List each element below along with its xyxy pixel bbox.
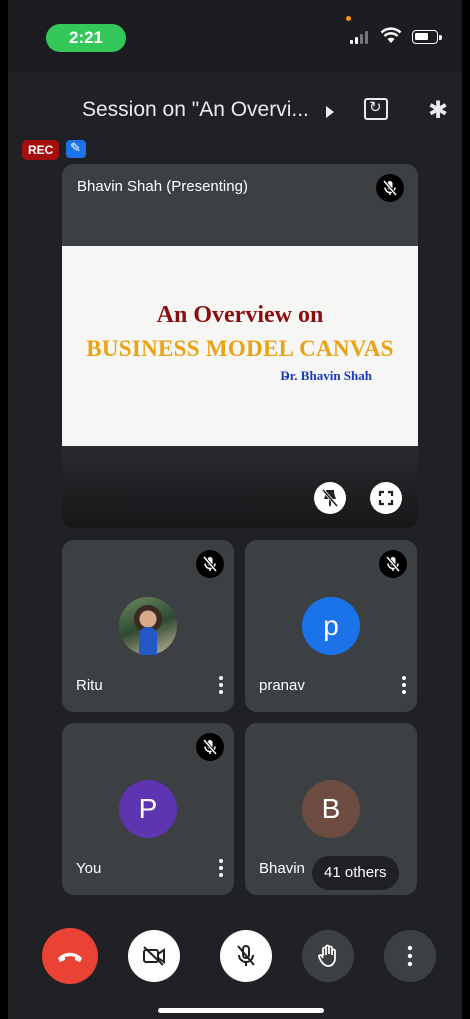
more-options-button[interactable]	[384, 930, 436, 982]
unpin-button[interactable]	[314, 482, 346, 514]
mic-in-use-indicator	[346, 16, 351, 21]
battery-icon	[412, 30, 442, 44]
shared-slide: An Overview on BUSINESS MODEL CANVAS - D…	[62, 246, 418, 446]
more-vert-icon	[407, 945, 413, 967]
slide-subtitle: BUSINESS MODEL CANVAS	[86, 336, 394, 361]
participant-name: You	[76, 860, 102, 877]
device-frame: 2:21 Session on "An Overvi... ✱ REC Bhav…	[0, 0, 470, 1019]
hang-up-icon	[58, 952, 82, 962]
recording-badge: REC	[22, 140, 60, 160]
participant-more-icon[interactable]	[218, 674, 224, 696]
fullscreen-button[interactable]	[370, 482, 402, 514]
cellular-signal-icon	[350, 30, 374, 44]
participant-tile-pranav[interactable]: p pranav	[245, 540, 417, 712]
status-time[interactable]: 2:21	[46, 24, 126, 52]
participant-name: pranav	[259, 677, 305, 694]
switch-camera-icon[interactable]	[364, 98, 388, 120]
muted-mic-icon	[376, 174, 404, 202]
meeting-header: Session on "An Overvi... ✱	[8, 90, 462, 134]
end-call-button[interactable]	[42, 928, 98, 984]
camera-off-icon	[143, 946, 165, 966]
participant-avatar: P	[119, 780, 177, 838]
slide-author: Dr. Bhavin Shah	[280, 368, 372, 383]
fullscreen-icon	[378, 490, 394, 506]
muted-mic-icon	[379, 550, 407, 578]
bluetooth-audio-icon[interactable]: ✱	[428, 96, 448, 125]
wifi-icon	[380, 27, 402, 43]
participant-avatar: B	[302, 780, 360, 838]
microphone-toggle-button[interactable]	[220, 930, 272, 982]
presentation-tile[interactable]: Bhavin Shah (Presenting) An Overview on …	[62, 164, 418, 528]
hand-icon	[318, 944, 336, 967]
camera-toggle-button[interactable]	[128, 930, 180, 982]
participant-more-icon[interactable]	[401, 674, 407, 696]
muted-mic-icon	[196, 550, 224, 578]
raise-hand-button[interactable]	[302, 930, 354, 982]
participant-photo-avatar	[119, 597, 177, 655]
presenter-label: Bhavin Shah (Presenting)	[77, 178, 248, 195]
unpin-icon	[321, 489, 339, 507]
expand-title-icon[interactable]	[326, 106, 334, 118]
participant-name: Bhavin	[259, 860, 305, 877]
participant-name: Ritu	[76, 677, 103, 694]
others-count-pill[interactable]: 41 others	[312, 856, 399, 890]
muted-mic-icon	[196, 733, 224, 761]
tile-footer	[62, 444, 418, 528]
whiteboard-icon	[66, 140, 86, 158]
slide-title: An Overview on	[156, 302, 324, 328]
participant-tile-ritu[interactable]: Ritu	[62, 540, 234, 712]
session-title[interactable]: Session on "An Overvi...	[82, 98, 309, 122]
home-indicator[interactable]	[158, 1008, 324, 1013]
participant-more-icon[interactable]	[218, 857, 224, 879]
meet-screen: 2:21 Session on "An Overvi... ✱ REC Bhav…	[8, 0, 462, 1019]
participant-avatar: p	[302, 597, 360, 655]
participant-tile-you[interactable]: P You	[62, 723, 234, 895]
status-bar: 2:21	[8, 0, 462, 72]
mic-off-icon	[237, 945, 255, 966]
